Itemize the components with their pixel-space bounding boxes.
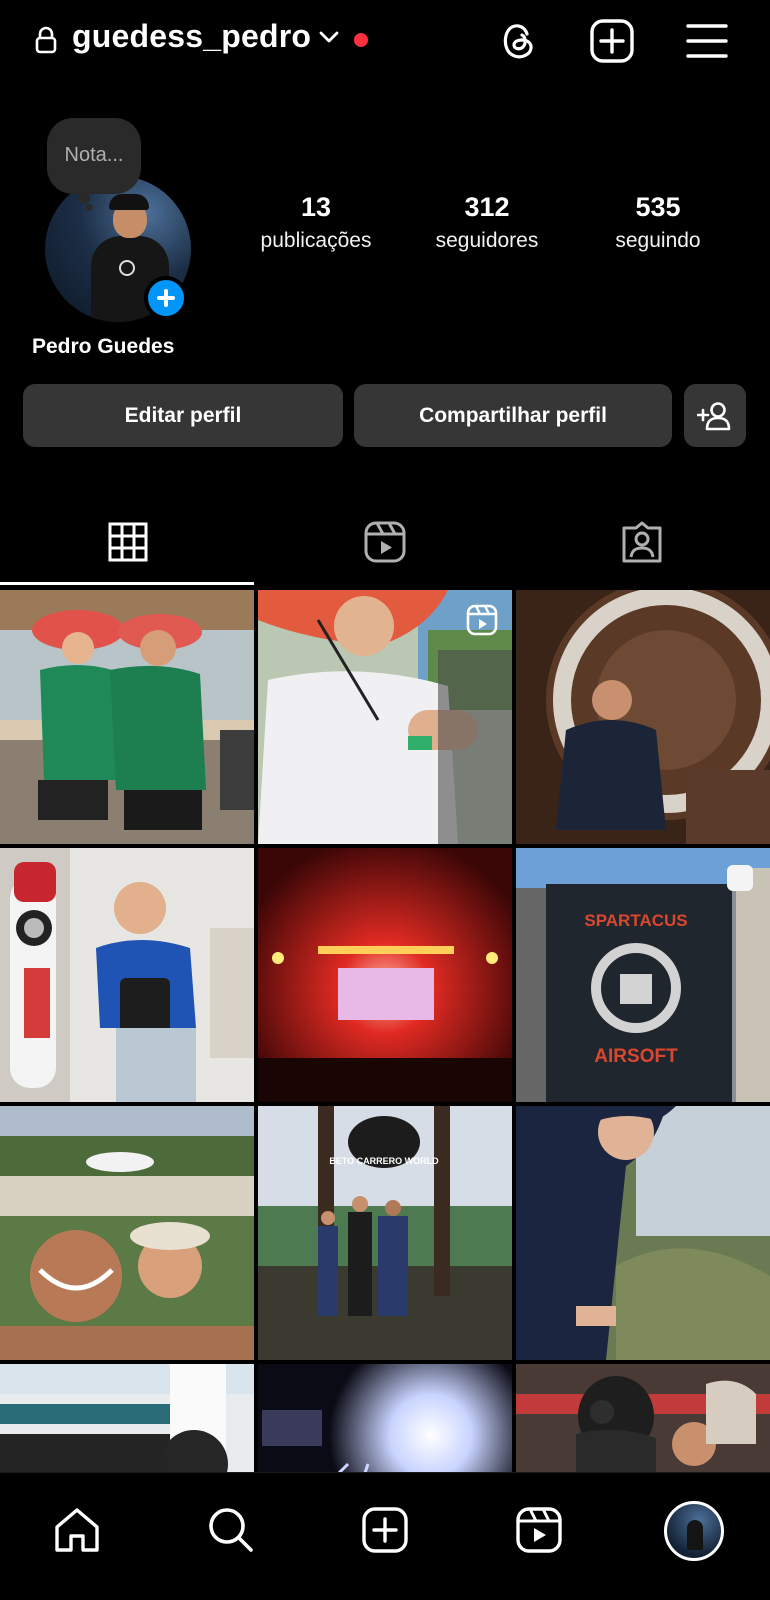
threads-icon[interactable] [496,18,542,64]
create-post-icon[interactable] [589,18,635,64]
grid-post-10[interactable] [0,1364,254,1472]
followers-label: seguidores [435,229,539,252]
stat-posts[interactable]: 13 publicações [241,192,391,253]
grid-post-9[interactable] [516,1106,770,1360]
nav-create[interactable] [356,1501,414,1559]
grid-post-6[interactable]: SPARTACUS AIRSOFT [516,848,770,1102]
grid-post-1[interactable] [0,590,254,844]
account-username[interactable]: guedess_pedro [72,18,311,55]
grid-post-12[interactable] [516,1364,770,1472]
stat-following[interactable]: 535 seguindo [583,192,733,253]
nav-search[interactable] [202,1501,260,1559]
carousel-badge-icon [727,865,753,891]
chevron-down-icon[interactable] [318,30,340,44]
post-photo [516,1106,770,1360]
lock-icon [35,26,57,54]
nav-profile-avatar[interactable] [664,1501,724,1561]
post-photo [516,1364,770,1472]
posts-count: 13 [300,192,332,222]
top-bar: guedess_pedro [0,0,770,82]
nav-home[interactable] [48,1501,106,1559]
notification-dot [354,33,368,47]
discover-people-button[interactable] [684,384,746,447]
stat-followers[interactable]: 312 seguidores [412,192,562,253]
menu-icon[interactable] [684,18,730,64]
profile-tabs [0,498,770,588]
grid-post-5[interactable] [258,848,512,1102]
home-icon [55,1508,99,1552]
followers-count: 312 [464,192,510,222]
grid-post-11[interactable] [258,1364,512,1472]
reels-icon [364,521,406,563]
following-label: seguindo [615,229,701,252]
banner-text-bottom: AIRSOFT [594,1046,678,1067]
grid-post-3[interactable] [516,590,770,844]
nav-reels[interactable] [510,1501,568,1559]
post-photo [0,1106,254,1360]
profile-full-name: Pedro Guedes [32,335,175,358]
post-photo: BETO CARRERO WORLD [258,1106,512,1360]
grid-post-4[interactable] [0,848,254,1102]
tab-posts-grid[interactable] [0,498,256,586]
post-photo [258,848,512,1102]
following-count: 535 [635,192,681,222]
reels-icon [516,1507,562,1553]
note-placeholder: Nota... [64,144,124,166]
bottom-navigation [0,1472,770,1600]
post-photo [258,1364,512,1472]
tab-tagged[interactable] [514,498,770,586]
tab-reels[interactable] [257,498,513,586]
banner-text-top: SPARTACUS [584,911,687,930]
share-profile-button[interactable]: Compartilhar perfil [354,384,672,447]
reel-badge-icon [466,604,498,636]
active-tab-indicator [0,582,254,585]
note-bubble[interactable]: Nota... [47,118,141,194]
add-story-button[interactable] [144,276,188,320]
grid-post-8[interactable]: BETO CARRERO WORLD [258,1106,512,1360]
note-bubble-tail [78,192,90,204]
post-photo [516,590,770,844]
park-sign-text: BETO CARRERO WORLD [329,1156,439,1166]
tagged-icon [622,521,662,563]
post-photo [0,848,254,1102]
add-user-icon [697,401,731,430]
grid-post-7[interactable] [0,1106,254,1360]
search-icon [209,1508,253,1552]
post-photo [0,590,254,844]
note-bubble-tail-small [86,204,93,211]
grid-icon [108,522,148,562]
grid-post-2[interactable] [258,590,512,844]
posts-label: publicações [260,229,372,252]
post-photo [0,1364,254,1472]
create-icon [362,1507,408,1553]
edit-profile-button[interactable]: Editar perfil [23,384,343,447]
posts-grid: SPARTACUS AIRSOFT BETO CARRERO WORLD [0,590,770,1472]
